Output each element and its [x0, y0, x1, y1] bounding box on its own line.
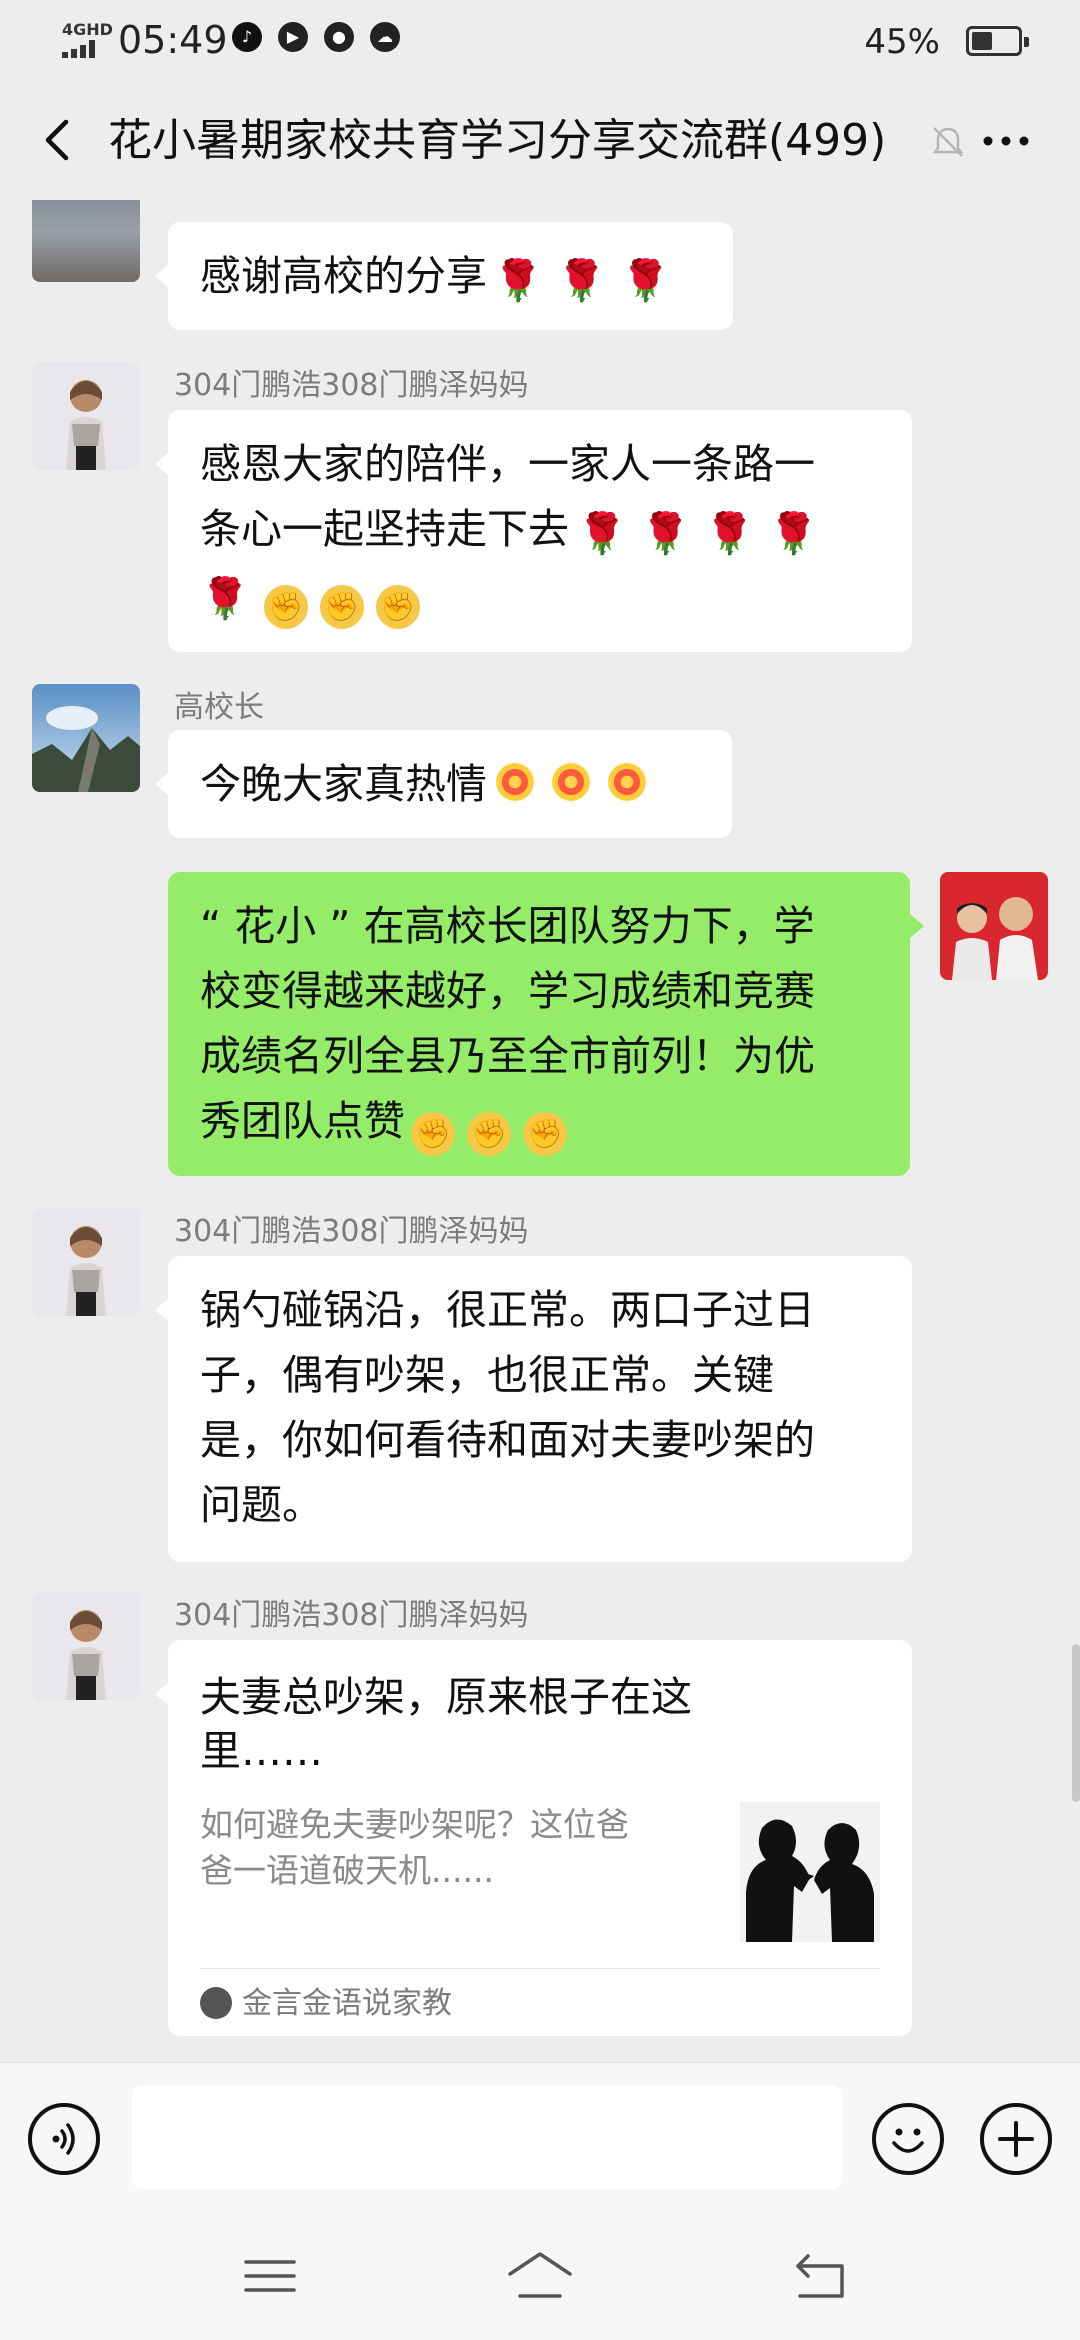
sender-name: 高校长: [174, 690, 264, 725]
sender-name: 304门鹏浩308门鹏泽妈妈: [174, 368, 529, 403]
firework-emoji: [547, 758, 595, 806]
divider: [200, 1968, 880, 1969]
fist-emoji: ✊: [375, 585, 420, 629]
home-icon[interactable]: [504, 2246, 576, 2306]
message-text: 是，你如何看待和面对夫妻吵架的: [200, 1416, 815, 1464]
more-dots-icon[interactable]: [978, 118, 1034, 164]
message-bubble[interactable]: 锅勺碰锅沿，很正常。两口子过日 子，偶有吵架，也很正常。关键 是，你如何看待和面…: [168, 1256, 912, 1562]
message-text: 校变得越来越好，学习成绩和竞赛: [200, 967, 815, 1015]
message-text: 条心一起坚持走下去: [200, 505, 569, 553]
message-text: 子，偶有吵架，也很正常。关键: [200, 1351, 774, 1399]
avatar[interactable]: [32, 1208, 140, 1316]
sender-name: 304门鹏浩308门鹏泽妈妈: [174, 1598, 529, 1633]
fist-emoji: ✊: [467, 1112, 511, 1156]
message-text: 锅勺碰锅沿，很正常。两口子过日: [200, 1286, 815, 1334]
system-nav-bar: [0, 2210, 1080, 2340]
message-text: 秀团队点赞: [200, 1097, 405, 1145]
player-icon: ▶: [278, 22, 308, 52]
avatar[interactable]: [32, 1592, 140, 1700]
chat-message-list[interactable]: 感谢高校的分享 🌹 🌹 🌹 304门鹏浩308门鹏泽妈妈 感恩大家的陪伴，一家人一条路…: [0, 200, 1080, 2062]
link-card[interactable]: 夫妻总吵架，原来根子在这 里…… 如何避免夫妻吵架呢？这位爸 爸一语道破天机..…: [168, 1640, 912, 2036]
menu-icon[interactable]: [234, 2246, 306, 2306]
rose-emoji: 🌹: [493, 258, 543, 304]
battery-icon: [966, 26, 1029, 56]
signal-icon: [62, 40, 95, 58]
link-card-title: 夫妻总吵架，原来根子在这 里……: [200, 1673, 692, 1775]
rose-emoji: 🌹: [200, 576, 250, 622]
message-input[interactable]: [132, 2085, 842, 2189]
tiktok-icon: ♪: [232, 22, 262, 52]
message-text: 感谢高校的分享: [200, 252, 487, 300]
cloud-icon: ☁: [370, 22, 400, 52]
avatar[interactable]: [32, 684, 140, 792]
battery-level: [972, 32, 992, 50]
message-bubble[interactable]: 感谢高校的分享 🌹 🌹 🌹: [168, 222, 733, 330]
link-card-thumbnail: [740, 1802, 880, 1942]
link-card-source: 金言金语说家教: [200, 1984, 452, 2024]
message-bubble[interactable]: 感恩大家的陪伴，一家人一条路一 条心一起坚持走下去 🌹 🌹 🌹 🌹 🌹 ✊ ✊ ✊: [168, 410, 912, 652]
message-text: 成绩名列全县乃至全市前列！为优: [200, 1032, 815, 1080]
rose-emoji: 🌹: [768, 511, 819, 557]
message-text: 今晚大家真热情: [200, 760, 487, 808]
bell-off-icon: [932, 127, 964, 157]
sender-name: 304门鹏浩308门鹏泽妈妈: [174, 1214, 529, 1249]
source-avatar-icon: [200, 1987, 232, 2019]
chevron-left-icon[interactable]: [30, 112, 86, 168]
battery-percent: 45%: [864, 22, 940, 62]
plus-icon[interactable]: [980, 2103, 1052, 2175]
rose-emoji: 🌹: [620, 258, 671, 304]
firework-emoji: [491, 758, 539, 806]
page-title: 花小暑期家校共育学习分享交流群(499): [108, 115, 887, 166]
message-bubble-self[interactable]: “ 花小 ” 在高校长团队努力下，学 校变得越来越好，学习成绩和竞赛 成绩名列全…: [168, 872, 910, 1176]
link-card-description: 如何避免夫妻吵架呢？这位爸 爸一语道破天机......: [200, 1805, 629, 1890]
rose-emoji: 🌹: [556, 258, 607, 304]
rose-emoji: 🌹: [640, 511, 691, 557]
message-text: 问题。: [200, 1481, 323, 1529]
scrollbar[interactable]: [1072, 1644, 1080, 1802]
fist-emoji: ✊: [411, 1112, 455, 1156]
emoji-icon[interactable]: [872, 2103, 944, 2175]
input-bar: [0, 2062, 1080, 2211]
voice-icon[interactable]: [28, 2103, 100, 2175]
status-bar: 4GHD 05:49 ♪ ▶ ● ☁ 45%: [0, 0, 1080, 82]
rose-emoji: 🌹: [577, 511, 627, 557]
message-bubble[interactable]: 今晚大家真热情: [168, 730, 732, 838]
status-time: 05:49: [118, 18, 228, 62]
rose-emoji: 🌹: [704, 511, 755, 557]
avatar[interactable]: [32, 200, 140, 282]
chat-header: 花小暑期家校共育学习分享交流群(499): [0, 82, 1080, 201]
message-icon: ●: [324, 22, 354, 52]
fist-emoji: ✊: [319, 585, 364, 629]
firework-emoji: [603, 758, 651, 806]
fist-emoji: ✊: [523, 1112, 567, 1156]
message-text: “ 花小 ” 在高校长团队努力下，学: [200, 902, 815, 950]
back-icon[interactable]: [786, 2246, 858, 2306]
fist-emoji: ✊: [263, 585, 308, 629]
my-avatar[interactable]: [940, 872, 1048, 980]
network-type: 4GHD: [62, 20, 113, 39]
message-text: 感恩大家的陪伴，一家人一条路一: [200, 440, 815, 488]
avatar[interactable]: [32, 362, 140, 470]
